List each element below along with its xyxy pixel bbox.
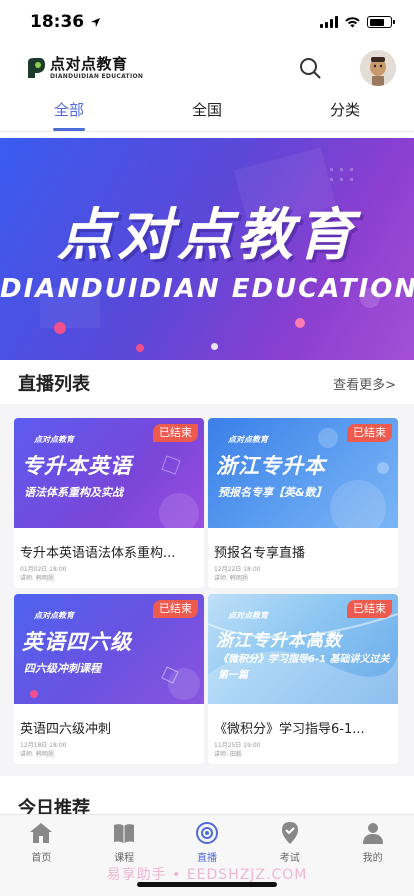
live-section-header: 直播列表 查看更多>: [18, 370, 396, 396]
tab-category[interactable]: 分类: [276, 92, 414, 131]
live-card-date: 12月22日 18:00: [214, 566, 261, 573]
live-card[interactable]: 点对点教育 英语四六级 四六级冲刺课程 已结束 英语四六级冲刺 12月18日 1…: [14, 594, 204, 764]
logo-name-cn: 点对点教育: [50, 55, 128, 73]
app-logo: 点对点教育 DIANDUIDIAN EDUCATION: [26, 56, 143, 80]
book-icon: [114, 824, 135, 843]
cellular-signal-icon: [320, 16, 338, 28]
live-card-thumbnail: 点对点教育 浙江专升本高数 《微积分》学习指导6-1 基础讲义过关第一篇 已结束: [208, 594, 398, 704]
thumbnail-brand: 点对点教育: [34, 435, 74, 444]
live-card-thumbnail: 点对点教育 浙江专升本 预报名专享【英&数】 已结束: [208, 418, 398, 528]
status-time: 18:36: [30, 12, 85, 32]
thumbnail-subline: 《微积分》学习指导6-1 基础讲义过关第一篇: [218, 654, 390, 681]
thumbnail-headline: 浙江专升本: [216, 454, 326, 478]
nav-label: 课程: [114, 853, 135, 864]
live-card-thumbnail: 点对点教育 英语四六级 四六级冲刺课程 已结束: [14, 594, 204, 704]
carousel-dot[interactable]: [211, 343, 218, 350]
live-list: 点对点教育 专升本英语 语法体系重构及实战 已结束 专升本英语语法体系重构...…: [0, 404, 414, 776]
category-tabs: 全部 全国 分类: [0, 92, 414, 132]
nav-label: 我的: [362, 853, 383, 864]
home-icon: [30, 823, 53, 843]
logo-mark-icon: [28, 58, 45, 78]
live-card-title: 英语四六级冲刺: [20, 722, 112, 737]
search-icon[interactable]: [298, 56, 322, 80]
banner-title: 点对点教育: [57, 203, 357, 268]
live-card-title: 预报名专享直播: [214, 546, 306, 561]
live-section-title: 直播列表: [18, 374, 90, 395]
logo-name-en: DIANDUIDIAN EDUCATION: [50, 73, 144, 80]
status-bar: 18:36: [0, 0, 414, 44]
app-header: 点对点教育 DIANDUIDIAN EDUCATION: [0, 44, 414, 92]
live-card[interactable]: 点对点教育 浙江专升本高数 《微积分》学习指导6-1 基础讲义过关第一篇 已结束…: [208, 594, 398, 764]
tab-national[interactable]: 全国: [138, 92, 276, 131]
tab-all[interactable]: 全部: [0, 92, 138, 131]
nav-label: 直播: [196, 853, 217, 864]
thumbnail-headline: 专升本英语: [22, 454, 132, 478]
battery-icon: [367, 16, 395, 28]
avatar-image: [360, 50, 396, 86]
thumbnail-subline: 四六级冲刺课程: [24, 662, 101, 675]
thumbnail-brand: 点对点教育: [34, 611, 74, 620]
nav-label: 首页: [31, 853, 52, 864]
user-icon: [362, 823, 383, 844]
live-card-teacher: 讲师: 韩明扬: [20, 751, 54, 758]
live-card-date: 12月18日 18:00: [20, 742, 67, 749]
wifi-icon: [345, 17, 360, 28]
live-card[interactable]: 点对点教育 专升本英语 语法体系重构及实战 已结束 专升本英语语法体系重构...…: [14, 418, 204, 588]
thumbnail-headline: 浙江专升本高数: [216, 631, 342, 651]
see-more-link[interactable]: 查看更多>: [333, 374, 396, 393]
thumbnail-subline: 语法体系重构及实战: [24, 486, 123, 499]
thumbnail-brand: 点对点教育: [228, 435, 268, 444]
status-badge: 已结束: [153, 600, 198, 618]
live-card-teacher: 讲师: 韩明扬: [214, 575, 248, 582]
exam-icon: [281, 822, 298, 844]
status-badge: 已结束: [347, 424, 392, 442]
live-card-teacher: 讲师: 田毅: [214, 751, 242, 758]
live-card-teacher: 讲师: 韩明扬: [20, 575, 54, 582]
live-card-title: 专升本英语语法体系重构...: [20, 546, 176, 561]
live-icon: [195, 822, 218, 844]
promo-banner[interactable]: 点对点教育 DIANDUIDIAN EDUCATION: [0, 138, 414, 360]
live-card-date: 01月02日 18:00: [20, 566, 67, 573]
banner-subtitle: DIANDUIDIAN EDUCATION: [0, 274, 414, 304]
avatar[interactable]: [360, 50, 396, 86]
thumbnail-brand: 点对点教育: [228, 611, 268, 620]
live-card-date: 11月25日 19:00: [214, 742, 261, 749]
location-arrow-icon: [91, 17, 101, 27]
live-card-title: 《微积分》学习指导6-1...: [214, 722, 365, 737]
status-badge: 已结束: [347, 600, 392, 618]
thumbnail-headline: 英语四六级: [22, 630, 132, 654]
thumbnail-subline: 预报名专享【英&数】: [218, 486, 327, 499]
status-badge: 已结束: [153, 424, 198, 442]
watermark: 易享助手 • EEDSHZJZ.COM: [106, 867, 308, 883]
nav-label: 考试: [279, 853, 300, 864]
home-indicator[interactable]: [137, 882, 277, 887]
live-card-thumbnail: 点对点教育 专升本英语 语法体系重构及实战 已结束: [14, 418, 204, 528]
live-card[interactable]: 点对点教育 浙江专升本 预报名专享【英&数】 已结束 预报名专享直播 12月22…: [208, 418, 398, 588]
